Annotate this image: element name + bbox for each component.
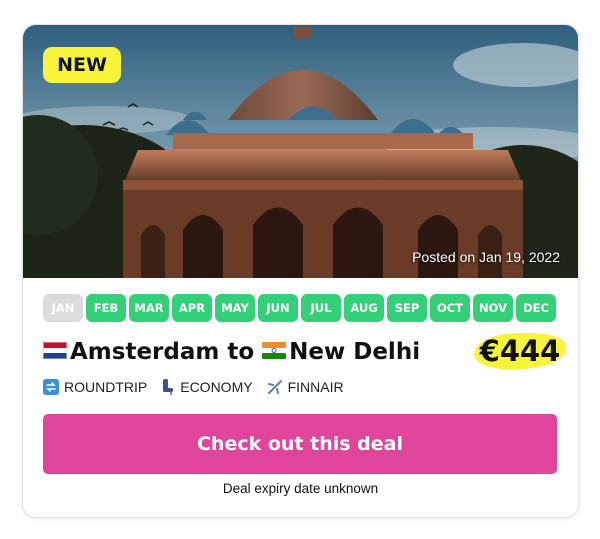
route-connector: to xyxy=(227,339,255,365)
month-oct[interactable]: OCT xyxy=(430,294,470,322)
seat-icon xyxy=(161,379,175,395)
month-may[interactable]: MAY xyxy=(215,294,255,322)
india-flag-icon xyxy=(262,339,287,365)
deal-expiry: Deal expiry date unknown xyxy=(222,481,379,496)
tag-economy: ECONOMY xyxy=(161,379,253,395)
month-jan[interactable]: JAN xyxy=(43,294,83,322)
month-sep[interactable]: SEP xyxy=(387,294,427,322)
price-highlight: €444 xyxy=(470,326,570,376)
month-aug[interactable]: AUG xyxy=(344,294,384,322)
deal-tags: ROUNDTRIP ECONOMY FINNAIR xyxy=(43,379,344,395)
month-jul[interactable]: JUL xyxy=(301,294,341,322)
price: €444 xyxy=(479,334,561,368)
tag-airline: FINNAIR xyxy=(267,379,344,395)
tag-airline-label: FINNAIR xyxy=(287,379,344,395)
netherlands-flag-icon xyxy=(43,339,67,365)
month-dec[interactable]: DEC xyxy=(516,294,556,322)
origin-city: Amsterdam xyxy=(70,339,220,365)
new-badge: NEW xyxy=(43,47,121,83)
month-mar[interactable]: MAR xyxy=(129,294,169,322)
check-out-deal-button[interactable]: Check out this deal xyxy=(43,414,557,474)
posted-date: Posted on Jan 19, 2022 xyxy=(412,249,560,265)
tag-roundtrip-label: ROUNDTRIP xyxy=(64,379,148,395)
month-feb[interactable]: FEB xyxy=(86,294,126,322)
airplane-icon xyxy=(267,379,283,395)
destination-city: New Delhi xyxy=(289,339,421,365)
month-jun[interactable]: JUN xyxy=(258,294,298,322)
travel-months: JAN FEB MAR APR MAY JUN JUL AUG SEP OCT … xyxy=(43,294,556,322)
tag-economy-label: ECONOMY xyxy=(180,379,253,395)
route-title[interactable]: Amsterdam to New Delhi xyxy=(43,334,420,370)
deal-card[interactable]: NEW Posted on Jan 19, 2022 JAN FEB MAR A… xyxy=(22,24,579,518)
tag-roundtrip: ROUNDTRIP xyxy=(43,379,147,395)
month-apr[interactable]: APR xyxy=(172,294,212,322)
destination-photo[interactable]: NEW Posted on Jan 19, 2022 xyxy=(23,25,578,278)
roundtrip-icon xyxy=(43,379,59,395)
month-nov[interactable]: NOV xyxy=(473,294,513,322)
